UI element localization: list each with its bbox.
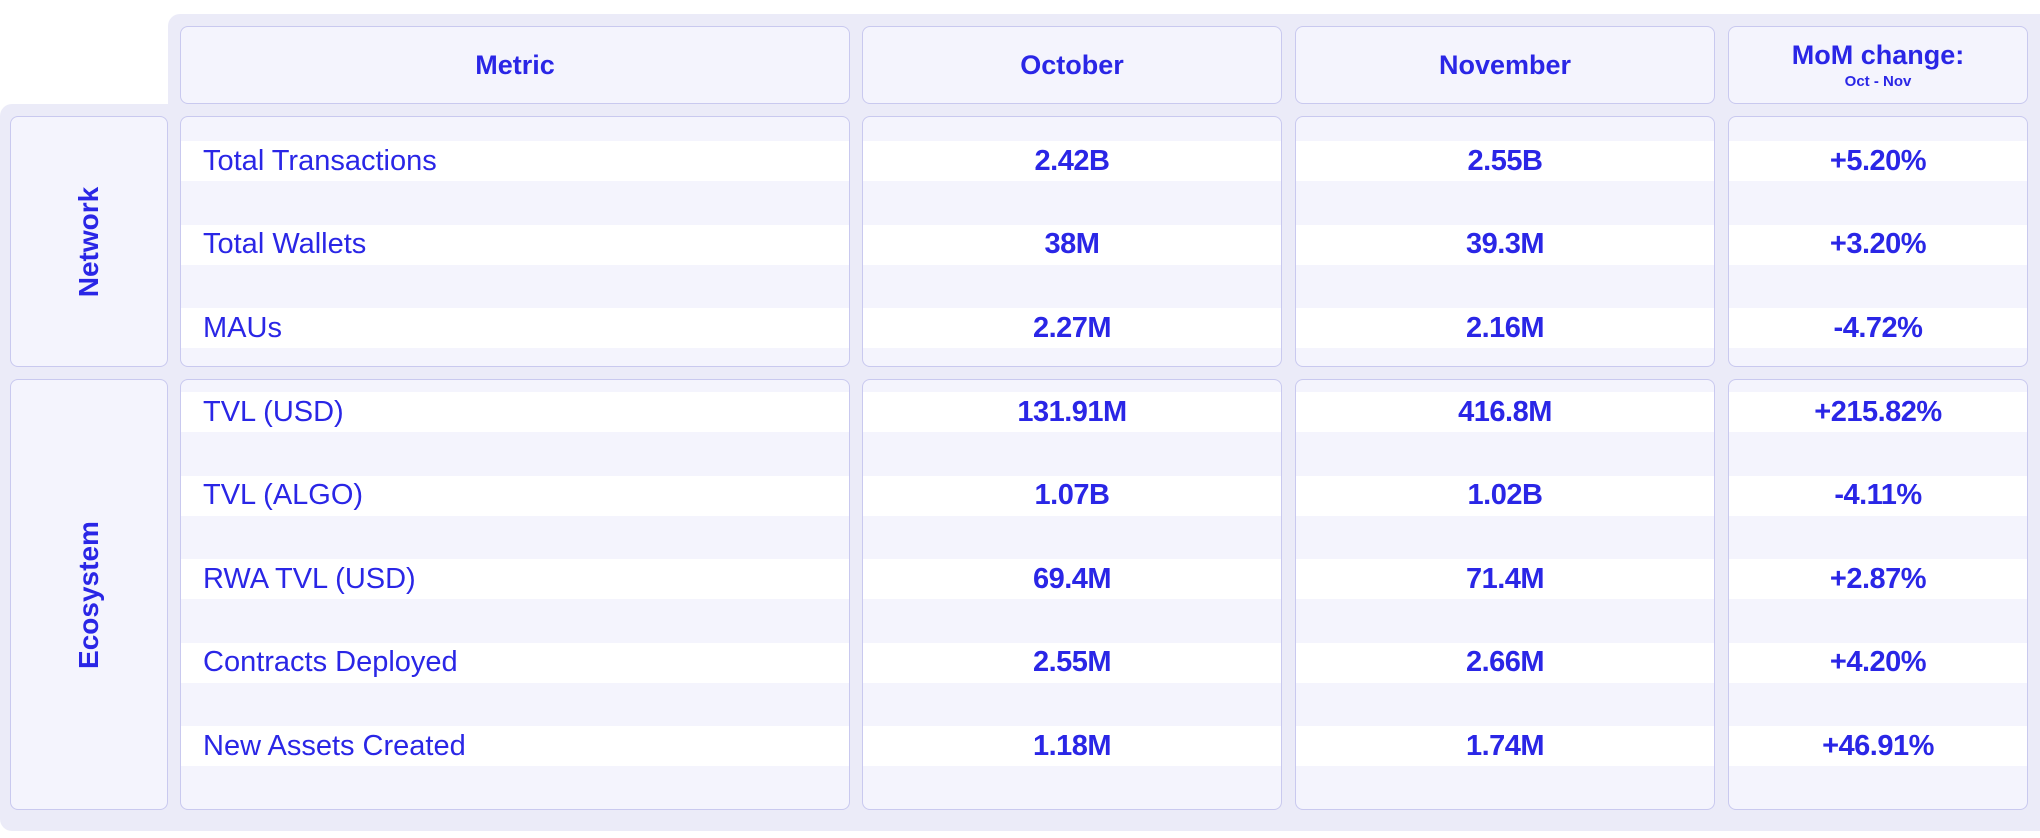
network-november-column: 2.55B 39.3M 2.16M [1295,116,1715,367]
ecosystem-october-column: 131.91M 1.07B 69.4M 2.55M 1.18M [862,379,1282,810]
november-value: 416.8M [1458,395,1552,428]
header-mom-label: MoM change: [1791,40,1965,70]
mom-value: +3.20% [1829,228,1927,260]
november-value: 2.16M [1465,311,1545,344]
metric-name: Total Transactions [203,144,437,177]
network-mom-column: +5.20% +3.20% -4.72% [1728,116,2028,367]
header-mom-sublabel: Oct - Nov [1844,73,1912,90]
october-value: 2.42B [1034,144,1110,177]
mom-value: -4.72% [1833,311,1923,344]
ecosystem-mom-column: +215.82% -4.11% +2.87% +4.20% +46.91% [1728,379,2028,810]
mom-value: +215.82% [1814,395,1942,428]
october-value: 69.4M [1032,562,1112,595]
header-november: November [1295,26,1715,104]
metric-name: Total Wallets [203,228,367,260]
november-value: 1.74M [1465,729,1545,762]
october-value: 2.55M [1032,646,1112,678]
header-november-label: November [1438,49,1572,80]
mom-value: +2.87% [1829,562,1927,595]
header-mom-change: MoM change: Oct - Nov [1728,26,2028,104]
november-value: 39.3M [1465,228,1545,260]
header-metric: Metric [180,26,850,104]
metric-name: RWA TVL (USD) [203,562,416,595]
metric-name: Contracts Deployed [203,646,458,678]
november-value: 2.55B [1467,144,1543,177]
group-label-ecosystem: Ecosystem [10,379,168,810]
group-label-network: Network [10,116,168,367]
october-value: 1.18M [1032,729,1112,762]
mom-value: +5.20% [1829,144,1927,177]
october-value: 38M [1044,228,1100,260]
november-value: 71.4M [1465,562,1545,595]
header-october: October [862,26,1282,104]
october-value: 131.91M [1017,395,1127,428]
ecosystem-november-column: 416.8M 1.02B 71.4M 2.66M 1.74M [1295,379,1715,810]
october-value: 1.07B [1034,479,1110,511]
metric-name: TVL (USD) [203,395,344,428]
november-value: 1.02B [1467,479,1543,511]
metric-name: New Assets Created [203,729,466,762]
october-value: 2.27M [1032,311,1112,344]
metric-name: MAUs [203,311,282,344]
mom-value: +4.20% [1829,646,1927,678]
group-label-ecosystem-text: Ecosystem [73,520,104,669]
ecosystem-metric-column: TVL (USD) TVL (ALGO) RWA TVL (USD) Contract… [180,379,850,810]
network-metric-column: Total Transactions Total Wallets MAUs [180,116,850,367]
november-value: 2.66M [1465,646,1545,678]
group-label-network-text: Network [73,186,104,297]
mom-value: +46.91% [1822,729,1934,762]
header-october-label: October [1020,49,1124,80]
metric-name: TVL (ALGO) [203,479,364,511]
network-october-column: 2.42B 38M 2.27M [862,116,1282,367]
mom-value: -4.11% [1834,479,1922,511]
header-metric-label: Metric [475,49,555,80]
